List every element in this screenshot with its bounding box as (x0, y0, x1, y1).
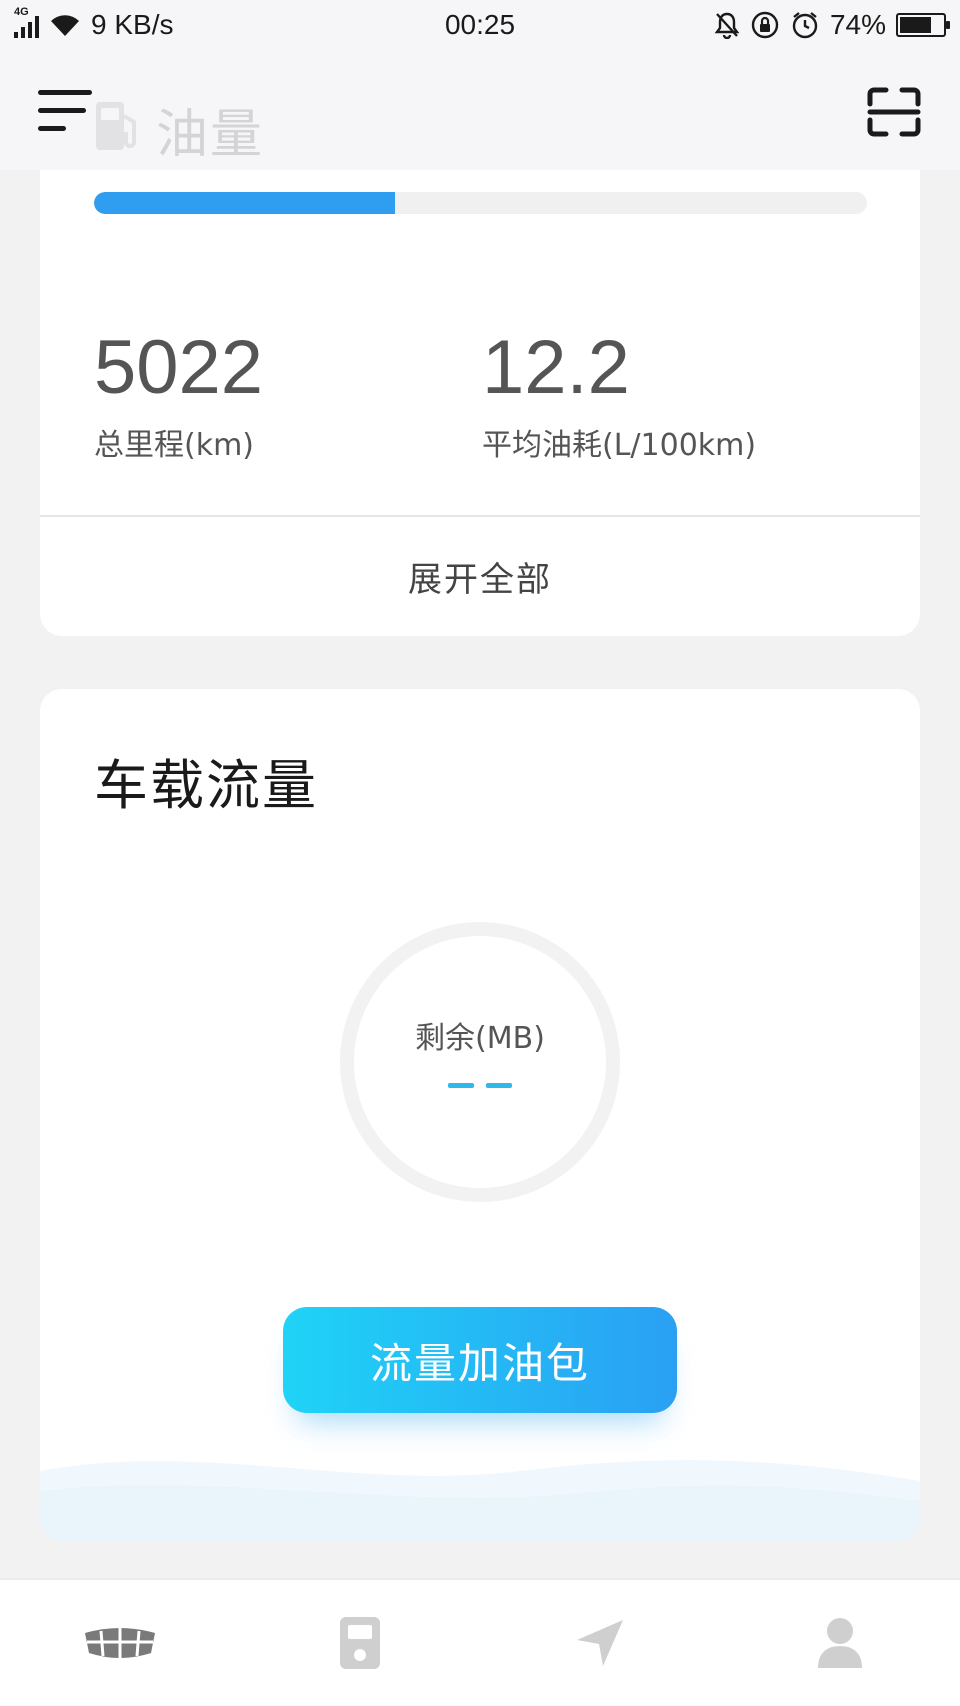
status-left: 4G 9 KB/s (14, 6, 174, 41)
menu-icon[interactable] (38, 90, 94, 131)
header: 油量 (0, 50, 960, 170)
fuel-station-icon (340, 1617, 380, 1669)
mute-bell-icon (714, 12, 740, 39)
alarm-icon (792, 12, 818, 39)
battery-percent: 74% (829, 9, 886, 40)
nav-item-fuel[interactable] (240, 1580, 480, 1706)
fuel-progress-bar (94, 192, 867, 214)
bottom-nav (0, 1578, 960, 1706)
total-mileage-stat: 5022 总里程(km) (94, 330, 263, 464)
nav-item-navigation[interactable] (480, 1580, 720, 1706)
nav-item-home[interactable] (0, 1580, 240, 1706)
total-mileage-value: 5022 (94, 325, 264, 410)
total-mileage-label: 总里程(km) (94, 428, 255, 463)
battery-level (900, 17, 932, 33)
remaining-data-label: 剩余(MB) (415, 1020, 545, 1056)
battery-icon (896, 13, 950, 37)
cell-signal-icon: 4G (14, 6, 39, 38)
fuel-pump-icon (96, 102, 136, 150)
decorative-wave (40, 1460, 920, 1541)
fuel-card: 5022 总里程(km) 12.2 平均油耗(L/100km) 展开全部 (40, 120, 920, 636)
nav-item-profile[interactable] (720, 1580, 960, 1706)
profile-icon (818, 1618, 862, 1668)
avg-consumption-label: 平均油耗(L/100km) (482, 428, 757, 463)
remaining-data-value: -- (448, 1082, 512, 1088)
network-speed: 9 KB/s (91, 9, 174, 40)
status-bar: 4G 9 KB/s 00:25 74% (0, 0, 960, 50)
status-right: 74% (714, 9, 950, 41)
data-traffic-title: 车载流量 (94, 754, 318, 817)
page-title: 油量 (156, 105, 265, 165)
scan-icon[interactable] (866, 86, 922, 138)
wifi-icon (51, 15, 79, 37)
rotation-lock-icon (751, 11, 779, 39)
data-traffic-card: 车载流量 剩余(MB) -- 流量加油包 (40, 689, 920, 1541)
navigation-icon (577, 1620, 623, 1666)
avg-consumption-value: 12.2 (482, 325, 630, 410)
expand-all-button[interactable]: 展开全部 (40, 517, 920, 636)
car-grille-icon (85, 1628, 155, 1658)
buy-data-pack-button[interactable]: 流量加油包 (283, 1307, 677, 1413)
fuel-progress-fill (94, 192, 396, 214)
remaining-data-ring: 剩余(MB) -- (340, 922, 620, 1202)
network-type: 4G (14, 6, 29, 18)
avg-consumption-stat: 12.2 平均油耗(L/100km) (482, 330, 756, 464)
